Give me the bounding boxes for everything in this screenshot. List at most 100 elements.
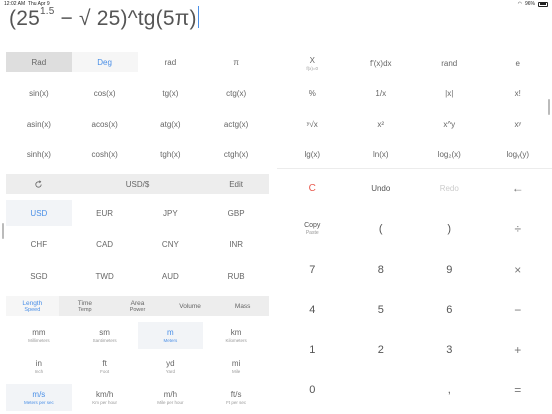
currency-aud[interactable]: AUD: [138, 264, 204, 288]
currency-sgd[interactable]: SGD: [6, 264, 72, 288]
currency-inr[interactable]: INR: [203, 232, 269, 256]
digit-7-button[interactable]: 7: [278, 257, 347, 283]
unit-mm[interactable]: mm Millimeters: [6, 322, 72, 349]
digit-2-button[interactable]: 2: [347, 337, 416, 363]
keypad-row-3: 7 8 9 ×: [278, 257, 552, 283]
currency-cny[interactable]: CNY: [138, 232, 204, 256]
trig-row-1: sin(x) cos(x) tg(x) ctg(x): [6, 82, 269, 104]
digit-1-button[interactable]: 1: [278, 337, 347, 363]
lg-button[interactable]: lg(x): [278, 143, 347, 165]
decimal-comma-button[interactable]: ,: [415, 377, 484, 403]
power-button[interactable]: x^y: [415, 113, 484, 135]
tab-mass[interactable]: Mass: [216, 296, 269, 316]
ctgh-button[interactable]: ctgh(x): [203, 143, 269, 165]
multiply-button[interactable]: ×: [484, 257, 552, 283]
angle-mode-rad[interactable]: Rad: [6, 52, 72, 72]
left-scroll-indicator[interactable]: [2, 223, 4, 239]
currency-usd[interactable]: USD: [6, 200, 72, 226]
angle-mode-rad-lower[interactable]: rad: [137, 52, 204, 72]
refresh-rates-button[interactable]: [6, 174, 72, 194]
currency-twd[interactable]: TWD: [72, 264, 138, 288]
unit-sm[interactable]: sm Santimeters: [72, 322, 138, 349]
unit-km[interactable]: km Kilometers: [203, 322, 269, 349]
abs-button[interactable]: |x|: [415, 82, 484, 104]
rand-button[interactable]: rand: [415, 52, 484, 74]
tab-area-power[interactable]: Area Power: [111, 296, 164, 316]
e-button[interactable]: e: [484, 52, 552, 74]
square-button[interactable]: x²: [347, 113, 416, 135]
factorial-button[interactable]: x!: [484, 82, 552, 104]
currency-row-1: USD EUR JPY GBP: [6, 200, 269, 226]
trig-row-3: sinh(x) cosh(x) tgh(x) ctgh(x): [6, 143, 269, 165]
minus-button[interactable]: −: [484, 297, 552, 323]
tab-time-temp[interactable]: Time Temp: [59, 296, 112, 316]
currency-from-label[interactable]: USD/$: [72, 174, 204, 194]
copy-paste-button[interactable]: Copy Paste: [278, 216, 347, 242]
close-paren-button[interactable]: ): [415, 216, 484, 242]
digit-4-button[interactable]: 4: [278, 297, 347, 323]
unit-m-per-s[interactable]: m/s Meters per sec: [6, 384, 72, 411]
reciprocal-button[interactable]: 1/x: [347, 82, 416, 104]
backspace-button[interactable]: ←: [484, 176, 552, 200]
tab-length-speed[interactable]: Length Speed: [6, 296, 59, 316]
plus-button[interactable]: +: [484, 337, 552, 363]
digit-5-button[interactable]: 5: [347, 297, 416, 323]
open-paren-button[interactable]: (: [347, 216, 416, 242]
clear-button[interactable]: C: [278, 176, 347, 200]
log2-button[interactable]: log₂(x): [415, 143, 484, 165]
tab-volume[interactable]: Volume: [164, 296, 217, 316]
cosh-button[interactable]: cosh(x): [72, 143, 138, 165]
func-row-2: % 1/x |x| x!: [278, 82, 552, 104]
acos-button[interactable]: acos(x): [72, 113, 138, 135]
ctg-button[interactable]: ctg(x): [203, 82, 269, 104]
expression-display[interactable]: (251.5 − √ 25)^tg(5π): [9, 6, 200, 31]
divide-button[interactable]: ÷: [484, 216, 552, 242]
unit-row-2: in Inch ft Foot yd Yard mi Mile: [6, 353, 269, 380]
logy-button[interactable]: logᵧ(y): [484, 143, 552, 165]
angle-mode-deg[interactable]: Deg: [71, 52, 138, 72]
unit-mi[interactable]: mi Mile: [203, 353, 269, 380]
ln-button[interactable]: ln(x): [347, 143, 416, 165]
currency-jpy[interactable]: JPY: [138, 200, 204, 226]
cos-button[interactable]: cos(x): [72, 82, 138, 104]
currency-row-3: SGD TWD AUD RUB: [6, 264, 269, 288]
redo-button[interactable]: Redo: [415, 176, 484, 200]
digit-3-button[interactable]: 3: [415, 337, 484, 363]
currency-rub[interactable]: RUB: [203, 264, 269, 288]
right-scroll-indicator[interactable]: [548, 99, 550, 115]
unit-in[interactable]: in Inch: [6, 353, 72, 380]
wifi-icon: ◠: [517, 1, 522, 7]
root-button[interactable]: ʸ√x: [278, 113, 347, 135]
unit-yd[interactable]: yd Yard: [138, 353, 204, 380]
tg-button[interactable]: tg(x): [138, 82, 204, 104]
unit-ft-per-s[interactable]: ft/s Ft per sec: [203, 384, 269, 411]
angle-mode-pi[interactable]: π: [203, 52, 269, 72]
digit-8-button[interactable]: 8: [347, 257, 416, 283]
digit-0-button[interactable]: 0: [278, 377, 347, 403]
integral-button[interactable]: f'(x)dx: [347, 52, 416, 74]
tgh-button[interactable]: tgh(x): [138, 143, 204, 165]
asin-button[interactable]: asin(x): [6, 113, 72, 135]
unit-mi-per-h[interactable]: m/h Mile per hour: [138, 384, 204, 411]
unit-km-per-h[interactable]: km/h Km per hour: [72, 384, 138, 411]
actg-button[interactable]: actg(x): [203, 113, 269, 135]
unit-m[interactable]: m Meters: [137, 322, 204, 349]
digit-9-button[interactable]: 9: [415, 257, 484, 283]
edit-button[interactable]: Edit: [203, 174, 269, 194]
digit-6-button[interactable]: 6: [415, 297, 484, 323]
sin-button[interactable]: sin(x): [6, 82, 72, 104]
solve-x-button[interactable]: Xf(x)=0: [278, 52, 347, 74]
sinh-button[interactable]: sinh(x): [6, 143, 72, 165]
atg-button[interactable]: atg(x): [138, 113, 204, 135]
refresh-icon: [35, 179, 42, 188]
equals-button[interactable]: =: [484, 377, 552, 403]
x-power-y-button[interactable]: xʸ: [484, 113, 552, 135]
undo-button[interactable]: Undo: [347, 176, 416, 200]
converter-bar: USD/$ Edit: [6, 174, 269, 194]
currency-eur[interactable]: EUR: [72, 200, 138, 226]
percent-button[interactable]: %: [278, 82, 347, 104]
currency-cad[interactable]: CAD: [72, 232, 138, 256]
currency-gbp[interactable]: GBP: [203, 200, 269, 226]
currency-chf[interactable]: CHF: [6, 232, 72, 256]
unit-ft[interactable]: ft Foot: [72, 353, 138, 380]
